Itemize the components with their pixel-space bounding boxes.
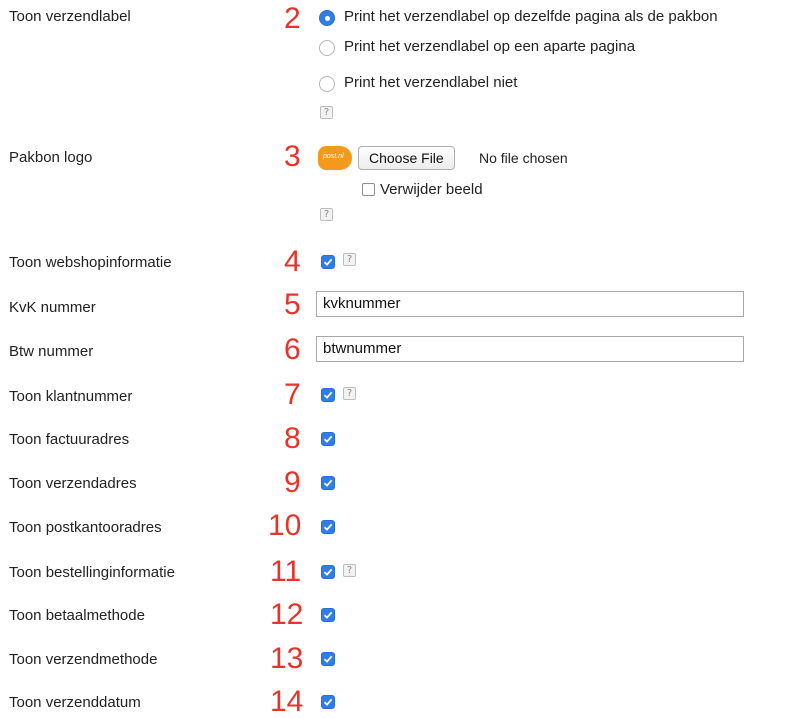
help-icon[interactable]: ? [343,253,356,266]
label-toon-verzenddatum: Toon verzenddatum [9,694,141,711]
annotation-number: 8 [284,422,301,455]
remove-image-checkbox[interactable] [362,183,375,196]
label-toon-klantnummer: Toon klantnummer [9,388,133,405]
webshopinformatie-checkbox[interactable] [321,255,335,269]
label-toon-verzendlabel: Toon verzendlabel [9,8,131,25]
verzenddatum-checkbox[interactable] [321,695,335,709]
annotation-number: 14 [270,685,304,718]
radio-same-page[interactable] [319,10,335,26]
option-same-page-label[interactable]: Print het verzendlabel op dezelfde pagin… [344,8,718,25]
annotation-number: 6 [284,333,301,366]
klantnummer-checkbox[interactable] [321,388,335,402]
choose-file-button[interactable]: Choose File [358,146,455,170]
option-no-label-label[interactable]: Print het verzendlabel niet [344,74,517,91]
label-toon-postkantooradres: Toon postkantooradres [9,519,162,536]
annotation-number: 9 [284,466,301,499]
annotation-number: 2 [284,2,301,35]
verzendadres-checkbox[interactable] [321,476,335,490]
postkantooradres-checkbox[interactable] [321,520,335,534]
radio-separate-page[interactable] [319,40,335,56]
annotation-number: 12 [270,598,304,631]
betaalmethode-checkbox[interactable] [321,608,335,622]
annotation-number: 5 [284,288,301,321]
help-icon[interactable]: ? [320,208,333,221]
file-status: No file chosen [479,150,568,166]
factuuradres-checkbox[interactable] [321,432,335,446]
label-toon-verzendmethode: Toon verzendmethode [9,651,158,668]
label-toon-webshopinformatie: Toon webshopinformatie [9,254,172,271]
label-kvk-nummer: KvK nummer [9,299,96,316]
annotation-number: 3 [284,140,301,173]
label-pakbon-logo: Pakbon logo [9,149,93,166]
label-toon-betaalmethode: Toon betaalmethode [9,607,145,624]
help-icon[interactable]: ? [343,564,356,577]
help-icon[interactable]: ? [320,106,333,119]
remove-image-label[interactable]: Verwijder beeld [380,181,483,198]
annotation-number: 4 [284,245,301,278]
btw-number-input[interactable]: btwnummer [316,336,744,362]
logo-text: post.nl [323,153,344,160]
bestellinginformatie-checkbox[interactable] [321,565,335,579]
label-toon-verzendadres: Toon verzendadres [9,475,137,492]
kvk-number-input[interactable]: kvknummer [316,291,744,317]
label-btw-nummer: Btw nummer [9,343,94,360]
annotation-number: 11 [270,555,302,588]
radio-no-label[interactable] [319,76,335,92]
annotation-number: 7 [284,378,301,411]
postnl-logo: post.nl [318,146,352,170]
annotation-number: 13 [270,642,304,675]
label-toon-bestellinginformatie: Toon bestellinginformatie [9,564,175,581]
label-toon-factuuradres: Toon factuuradres [9,431,130,448]
verzendmethode-checkbox[interactable] [321,652,335,666]
help-icon[interactable]: ? [343,387,356,400]
annotation-number: 10 [268,509,302,542]
option-separate-page-label[interactable]: Print het verzendlabel op een aparte pag… [344,38,635,55]
